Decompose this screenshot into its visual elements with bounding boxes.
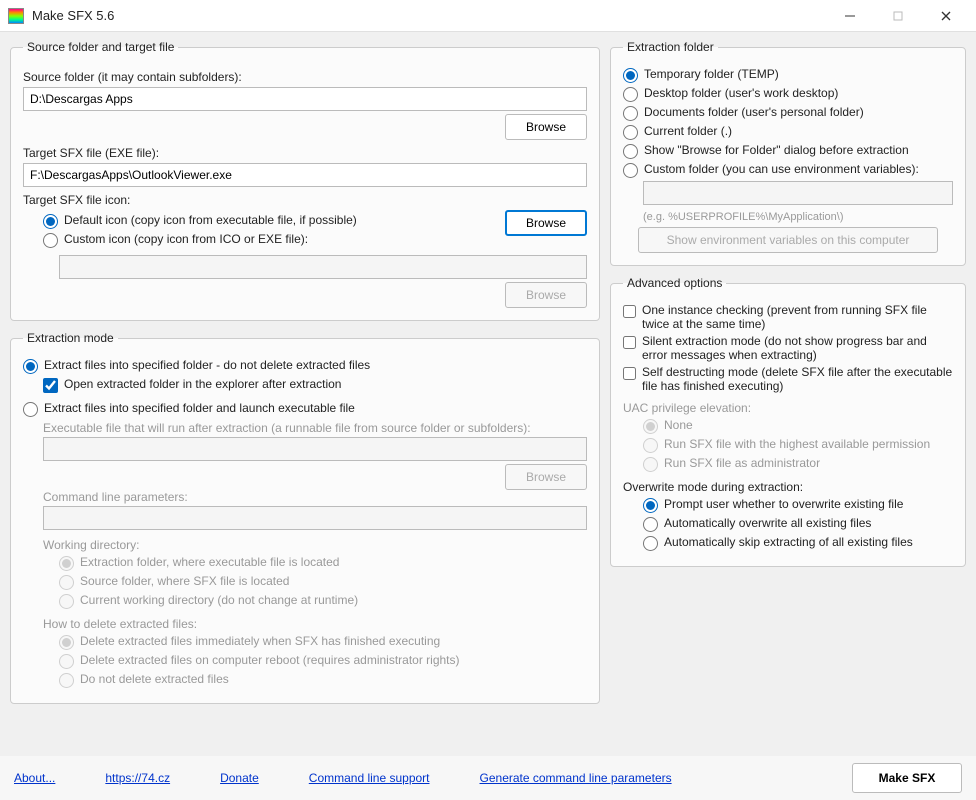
gen-cli-link[interactable]: Generate command line parameters — [480, 771, 672, 785]
overwrite-auto-radio[interactable] — [643, 517, 658, 532]
ef-documents-radio[interactable] — [623, 106, 638, 121]
mode-extract-only-label: Extract files into specified folder - do… — [44, 358, 370, 372]
mode-extract-launch-label: Extract files into specified folder and … — [44, 401, 355, 415]
about-link[interactable]: About... — [14, 771, 55, 785]
donate-link[interactable]: Donate — [220, 771, 259, 785]
overwrite-skip-radio[interactable] — [643, 536, 658, 551]
ef-custom-label: Custom folder (you can use environment v… — [644, 162, 919, 176]
one-instance-label: One instance checking (prevent from runn… — [642, 303, 953, 331]
ef-browse-radio[interactable] — [623, 144, 638, 159]
self-destruct-label: Self destructing mode (delete SFX file a… — [642, 365, 953, 393]
source-folder-label: Source folder (it may contain subfolders… — [23, 70, 587, 84]
delete-reboot-label: Delete extracted files on computer reboo… — [80, 653, 460, 667]
source-target-group: Source folder and target file Source fol… — [10, 40, 600, 321]
advanced-group: Advanced options One instance checking (… — [610, 276, 966, 567]
ef-hint: (e.g. %USERPROFILE%\MyApplication\) — [643, 211, 953, 223]
icon-custom-radio[interactable] — [43, 233, 58, 248]
source-browse-button[interactable]: Browse — [505, 114, 587, 140]
uac-highest-label: Run SFX file with the highest available … — [664, 437, 930, 451]
open-folder-checkbox[interactable] — [43, 378, 58, 393]
delete-reboot-radio — [59, 654, 74, 669]
uac-label: UAC privilege elevation: — [623, 401, 953, 415]
mode-extract-only-radio[interactable] — [23, 359, 38, 374]
silent-label: Silent extraction mode (do not show prog… — [642, 334, 953, 362]
delete-label: How to delete extracted files: — [43, 617, 587, 631]
icon-default-label: Default icon (copy icon from executable … — [64, 213, 357, 227]
exe-file-label: Executable file that will run after extr… — [43, 421, 587, 435]
ef-current-radio[interactable] — [623, 125, 638, 140]
env-vars-button: Show environment variables on this compu… — [638, 227, 938, 253]
app-icon — [8, 8, 24, 24]
uac-admin-radio — [643, 457, 658, 472]
cli-support-link[interactable]: Command line support — [309, 771, 430, 785]
icon-browse-button: Browse — [505, 282, 587, 308]
silent-checkbox[interactable] — [623, 335, 636, 350]
uac-none-radio — [643, 419, 658, 434]
target-sfx-label: Target SFX file (EXE file): — [23, 146, 587, 160]
cmd-params-input — [43, 506, 587, 530]
overwrite-prompt-radio[interactable] — [643, 498, 658, 513]
advanced-legend: Advanced options — [623, 276, 726, 290]
uac-none-label: None — [664, 418, 693, 432]
ef-temp-radio[interactable] — [623, 68, 638, 83]
ef-temp-label: Temporary folder (TEMP) — [644, 67, 779, 81]
window-controls — [828, 2, 968, 30]
footer: About... https://74.cz Donate Command li… — [0, 756, 976, 800]
ef-desktop-radio[interactable] — [623, 87, 638, 102]
source-target-legend: Source folder and target file — [23, 40, 178, 54]
self-destruct-checkbox[interactable] — [623, 366, 636, 381]
extraction-mode-group: Extraction mode Extract files into speci… — [10, 331, 600, 704]
delete-no-label: Do not delete extracted files — [80, 672, 229, 686]
delete-immediate-radio — [59, 635, 74, 650]
maximize-button[interactable] — [876, 2, 920, 30]
ef-browse-label: Show "Browse for Folder" dialog before e… — [644, 143, 909, 157]
minimize-button[interactable] — [828, 2, 872, 30]
title-bar: Make SFX 5.6 — [0, 0, 976, 32]
workdir-extract-label: Extraction folder, where executable file… — [80, 555, 339, 569]
workdir-source-label: Source folder, where SFX file is located — [80, 574, 289, 588]
workdir-current-radio — [59, 594, 74, 609]
ef-custom-input — [643, 181, 953, 205]
window-title: Make SFX 5.6 — [32, 8, 828, 23]
custom-icon-input — [59, 255, 587, 279]
icon-custom-label: Custom icon (copy icon from ICO or EXE f… — [64, 232, 308, 246]
extraction-folder-group: Extraction folder Temporary folder (TEMP… — [610, 40, 966, 266]
target-browse-button[interactable]: Browse — [505, 210, 587, 236]
delete-immediate-label: Delete extracted files immediately when … — [80, 634, 440, 648]
target-sfx-input[interactable] — [23, 163, 587, 187]
website-link[interactable]: https://74.cz — [105, 771, 170, 785]
overwrite-skip-label: Automatically skip extracting of all exi… — [664, 535, 913, 549]
overwrite-label: Overwrite mode during extraction: — [623, 480, 953, 494]
workdir-source-radio — [59, 575, 74, 590]
cmd-params-label: Command line parameters: — [43, 490, 587, 504]
extraction-folder-legend: Extraction folder — [623, 40, 718, 54]
workdir-extract-radio — [59, 556, 74, 571]
target-icon-label: Target SFX file icon: — [23, 193, 587, 207]
extraction-mode-legend: Extraction mode — [23, 331, 118, 345]
ef-desktop-label: Desktop folder (user's work desktop) — [644, 86, 838, 100]
exe-browse-button: Browse — [505, 464, 587, 490]
make-sfx-button[interactable]: Make SFX — [852, 763, 962, 793]
uac-highest-radio — [643, 438, 658, 453]
ef-custom-radio[interactable] — [623, 163, 638, 178]
one-instance-checkbox[interactable] — [623, 304, 636, 319]
ef-current-label: Current folder (.) — [644, 124, 732, 138]
source-folder-input[interactable] — [23, 87, 587, 111]
workdir-label: Working directory: — [43, 538, 587, 552]
mode-extract-launch-radio[interactable] — [23, 402, 38, 417]
workdir-current-label: Current working directory (do not change… — [80, 593, 358, 607]
uac-admin-label: Run SFX file as administrator — [664, 456, 820, 470]
delete-no-radio — [59, 673, 74, 688]
exe-file-input — [43, 437, 587, 461]
icon-default-radio[interactable] — [43, 214, 58, 229]
ef-documents-label: Documents folder (user's personal folder… — [644, 105, 864, 119]
overwrite-auto-label: Automatically overwrite all existing fil… — [664, 516, 871, 530]
overwrite-prompt-label: Prompt user whether to overwrite existin… — [664, 497, 903, 511]
open-folder-label: Open extracted folder in the explorer af… — [64, 377, 341, 391]
close-button[interactable] — [924, 2, 968, 30]
